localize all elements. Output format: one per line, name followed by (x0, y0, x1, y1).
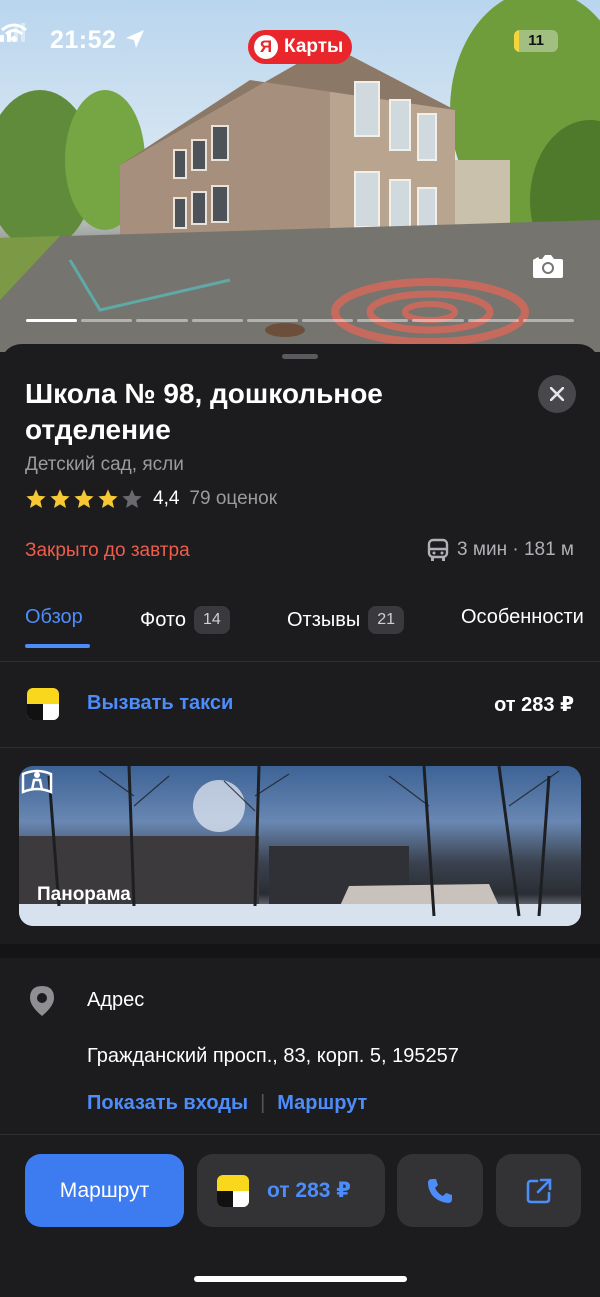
close-button[interactable] (538, 375, 576, 413)
rating-value: 4,4 (153, 488, 180, 509)
route-button[interactable]: Маршрут (25, 1154, 184, 1227)
gallery-page-dot (302, 319, 354, 322)
divider (0, 1134, 600, 1135)
camera-icon (532, 255, 563, 278)
yandex-taxi-icon (27, 688, 59, 720)
section-separator (0, 944, 600, 958)
star-icon (74, 489, 94, 508)
tab-features-label: Особенности (461, 606, 584, 628)
place-title: Школа № 98, дошкольное отделение (25, 378, 383, 445)
home-indicator[interactable] (194, 1276, 407, 1282)
gallery-page-dot (26, 319, 78, 322)
taxi-button[interactable]: от 283 ₽ (197, 1154, 385, 1227)
place-card: Школа № 98, дошкольное отделение Детский… (0, 344, 600, 1297)
link-separator: | (260, 1092, 266, 1114)
battery-indicator: 11 (514, 30, 558, 52)
clock: 21:52 (50, 26, 117, 54)
tab-photos-label: Фото (140, 608, 186, 631)
panorama-icon (21, 769, 53, 794)
gallery-page-dot (246, 319, 299, 322)
close-icon (550, 387, 564, 401)
place-category: Детский сад, ясли (25, 454, 184, 475)
location-pin-icon (30, 986, 54, 1016)
gallery-page-dot (191, 319, 243, 322)
yandex-logo-icon: Я (254, 35, 278, 59)
tab-photos-count: 14 (193, 606, 230, 634)
tab-photos[interactable]: Фото 14 (140, 606, 230, 634)
tab-bar: Обзор Фото 14 Отзывы 21 Особенности (0, 602, 600, 656)
taxi-button-price: от 283 ₽ (267, 1179, 351, 1202)
star-icon (50, 489, 70, 508)
divider (0, 747, 600, 748)
rating-stars (25, 488, 143, 510)
route-link[interactable]: Маршрут (277, 1092, 367, 1115)
address-text[interactable]: Гражданский просп., 83, корп. 5, 195257 (87, 1045, 459, 1068)
address-title: Адрес (87, 989, 145, 1011)
gallery-page-dot (467, 319, 519, 322)
tab-overview-label: Обзор (25, 606, 83, 628)
opening-status[interactable]: Закрыто до завтра (25, 540, 190, 562)
place-photo-gallery[interactable]: 21:52 Я Карты 11 14 (0, 0, 600, 352)
star-icon (98, 489, 118, 508)
sheet-grabber[interactable] (282, 354, 318, 359)
tab-overview[interactable]: Обзор (25, 606, 83, 629)
active-tab-indicator (25, 644, 90, 648)
rating-count: 79 оценок (189, 488, 278, 509)
star-icon (122, 489, 142, 508)
address-links: Показать входы | Маршрут (87, 1092, 367, 1115)
phone-icon (428, 1178, 452, 1203)
wifi-icon (1, 23, 27, 42)
tab-reviews-count: 21 (368, 606, 405, 634)
location-arrow-icon (126, 30, 144, 48)
bus-icon (427, 538, 449, 561)
share-button[interactable] (496, 1154, 581, 1227)
status-bar: 21:52 Я Карты 11 (0, 22, 600, 64)
rating-row[interactable]: 4,4 79 оценок (25, 488, 277, 510)
panorama-label: Панорама (37, 884, 131, 905)
yandex-maps-badge[interactable]: Я Карты (248, 30, 352, 64)
panorama-card[interactable]: Панорама (19, 766, 581, 926)
show-entrances-link[interactable]: Показать входы (87, 1092, 248, 1115)
gallery-page-dot (412, 319, 464, 322)
action-bar: Маршрут от 283 ₽ (0, 1152, 600, 1232)
transit-info[interactable]: 3 мин · 181 м (427, 538, 574, 562)
gallery-page-dot (136, 319, 188, 322)
gallery-page-dot (357, 319, 409, 322)
call-taxi-link[interactable]: Вызвать такси (87, 692, 233, 715)
divider (0, 661, 600, 662)
call-taxi-row[interactable]: Вызвать такси от 283 ₽ (0, 670, 600, 740)
gallery-pager (26, 319, 575, 322)
transit-text: 3 мин · 181 м (457, 539, 574, 560)
tab-features[interactable]: Особенности (461, 606, 584, 629)
share-icon (526, 1178, 551, 1203)
battery-percent: 11 (528, 32, 544, 49)
call-button[interactable] (397, 1154, 483, 1227)
star-icon (26, 489, 46, 508)
tab-reviews-label: Отзывы (287, 608, 361, 631)
tab-reviews[interactable]: Отзывы 21 (287, 606, 405, 634)
gallery-page-dot (522, 319, 575, 322)
app-name: Карты (284, 36, 344, 57)
taxi-price: от 283 ₽ (494, 694, 574, 716)
photo-count[interactable]: 14 (532, 253, 563, 279)
gallery-page-dot (81, 319, 133, 322)
yandex-taxi-icon (217, 1174, 249, 1207)
